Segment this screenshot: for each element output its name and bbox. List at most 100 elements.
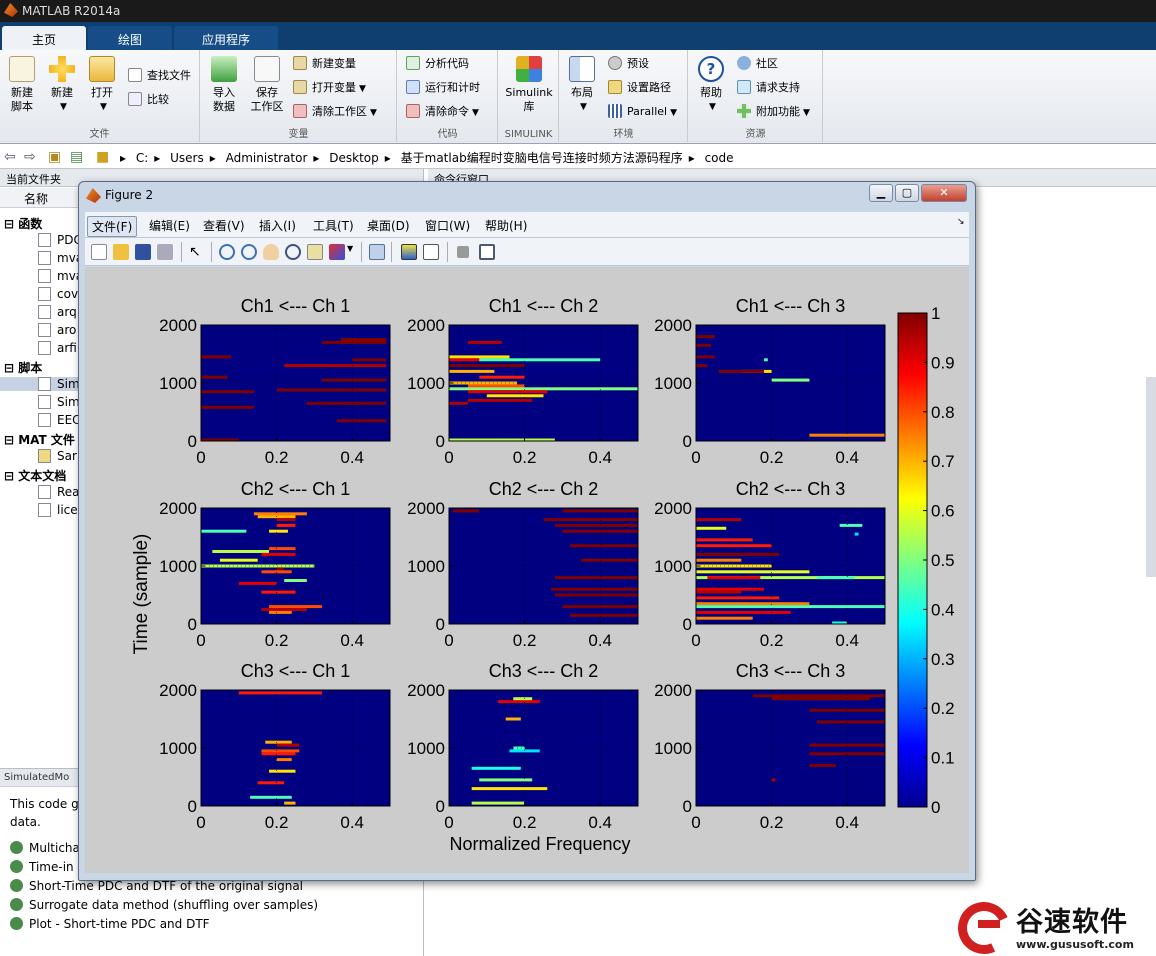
menu-file[interactable]: 文件(F)	[87, 216, 138, 237]
new-variable-button[interactable]: 新建变量	[293, 54, 356, 74]
breadcrumb-item[interactable]: Users	[170, 151, 204, 165]
hide-plot-tools-icon[interactable]	[457, 246, 469, 258]
community-button[interactable]: 社区	[737, 54, 778, 74]
list-item[interactable]: aro	[38, 323, 76, 337]
import-data-button[interactable]: 导入 数据	[207, 56, 241, 114]
breadcrumb-item[interactable]: Administrator	[226, 151, 308, 165]
list-item[interactable]: mva	[38, 269, 83, 283]
compare-button[interactable]: 比较	[128, 90, 169, 110]
list-item[interactable]: arq	[38, 305, 77, 319]
section-link[interactable]: Plot - Short-time PDC and DTF	[10, 917, 210, 931]
legend-icon[interactable]	[423, 244, 439, 260]
colorbar[interactable]	[897, 312, 928, 808]
subplot-2[interactable]: Ch1 <--- Ch 2 0 0.2 0.4 0 1000 2000	[407, 296, 639, 467]
open-button[interactable]: 打开 ▼	[86, 56, 118, 114]
print-icon[interactable]	[157, 244, 173, 260]
up-folder-icon[interactable]: ▣	[48, 149, 61, 165]
list-item[interactable]: Sim	[38, 395, 80, 409]
close-button[interactable]: ✕	[921, 184, 967, 202]
subplot-1[interactable]: Ch1 <--- Ch 1 0 0.2 0.4 0 1000 2000	[159, 296, 391, 467]
list-item[interactable]: Rea	[38, 485, 80, 499]
group-scripts[interactable]: ⊟ 脚本	[4, 359, 42, 376]
menu-edit[interactable]: 编辑(E)	[145, 216, 194, 235]
brush-icon[interactable]	[329, 244, 345, 260]
clear-commands-button[interactable]: 清除命令 ▼	[406, 102, 479, 122]
browse-folder-icon[interactable]: ▤	[70, 149, 83, 165]
open-variable-button[interactable]: 打开变量 ▼	[293, 78, 366, 98]
tab-home[interactable]: 主页	[2, 26, 86, 50]
open-file-icon[interactable]	[113, 244, 129, 260]
breadcrumb-item[interactable]: C:	[136, 151, 148, 165]
list-item[interactable]: cov	[38, 287, 78, 301]
group-mat-files[interactable]: ⊟ MAT 文件	[4, 431, 75, 448]
subplot-8[interactable]: Ch3 <--- Ch 2 0 0.2 0.4 0 1000 2000	[407, 661, 639, 832]
colorbar-icon[interactable]	[401, 244, 417, 260]
subplot-7[interactable]: Ch3 <--- Ch 1 0 0.2 0.4 0 1000 2000	[159, 661, 391, 832]
preferences-button[interactable]: 预设	[608, 54, 649, 74]
link-plot-icon[interactable]	[369, 244, 385, 260]
list-item[interactable]: mva	[38, 251, 83, 265]
group-text-docs[interactable]: ⊟ 文本文档	[4, 467, 66, 484]
maximize-button[interactable]: ▢	[895, 184, 919, 202]
list-item[interactable]: arfi	[38, 341, 77, 355]
list-item-selected[interactable]: Sim	[0, 377, 80, 391]
new-button[interactable]: 新建 ▼	[46, 56, 78, 114]
back-arrow-icon[interactable]: ⇦	[4, 149, 16, 165]
minimize-button[interactable]: ▁	[869, 184, 893, 202]
new-figure-icon[interactable]	[91, 244, 107, 260]
subplot-4[interactable]: Ch2 <--- Ch 1 0 0.2 0.4 0 1000 2000	[159, 479, 391, 650]
list-item[interactable]: PDC	[38, 233, 82, 247]
parallel-button[interactable]: Parallel ▼	[608, 102, 677, 122]
list-item[interactable]: EEC	[38, 413, 81, 427]
spectrogram-plot[interactable]: Ch1 <--- Ch 10 0.2 0.4010002000Ch1 <--- Ch…	[85, 267, 969, 873]
menu-tools[interactable]: 工具(T)	[309, 216, 358, 235]
section-link[interactable]: Surrogate data method (shuffling over sa…	[10, 898, 318, 912]
breadcrumb-item[interactable]: Desktop	[329, 151, 379, 165]
section-link[interactable]: Multicha	[10, 841, 80, 855]
breadcrumb-item[interactable]: 基于matlab编程时变脑电信号连接时频方法源码程序	[401, 151, 683, 165]
data-cursor-icon[interactable]	[307, 244, 323, 260]
simulink-library-button[interactable]: Simulink 库	[503, 56, 555, 114]
help-button[interactable]: ? 帮助 ▼	[695, 56, 727, 114]
column-name-header[interactable]: 名称	[24, 190, 48, 207]
list-item[interactable]: Sar	[38, 449, 77, 463]
run-and-time-button[interactable]: 运行和计时	[406, 78, 480, 98]
figure-canvas[interactable]: Ch1 <--- Ch 1 0 0.2 0.4 0 1000 2000 Ch1 <--- Ch…	[85, 267, 969, 873]
menu-insert[interactable]: 插入(I)	[255, 216, 300, 235]
chevron-down-icon[interactable]: ▼	[347, 244, 355, 260]
save-workspace-button[interactable]: 保存 工作区	[247, 56, 287, 114]
subplot-6[interactable]: Ch2 <--- Ch 3 0 0.2 0.4 0 1000 2000	[654, 479, 886, 650]
dock-arrow-icon[interactable]: ↘	[953, 216, 969, 228]
rotate-3d-icon[interactable]	[285, 244, 301, 260]
forward-arrow-icon[interactable]: ⇨	[24, 149, 36, 165]
layout-button[interactable]: 布局 ▼	[566, 56, 598, 114]
request-support-button[interactable]: 请求支持	[737, 78, 800, 98]
zoom-out-icon[interactable]	[241, 244, 257, 260]
section-link[interactable]: Time-in	[10, 860, 74, 874]
tab-apps[interactable]: 应用程序	[174, 26, 278, 50]
save-icon[interactable]	[135, 244, 151, 260]
breadcrumb-item[interactable]: code	[705, 151, 734, 165]
new-script-button[interactable]: 新建 脚本	[6, 56, 38, 114]
pan-hand-icon[interactable]	[263, 244, 279, 260]
clear-workspace-button[interactable]: 清除工作区 ▼	[293, 102, 377, 122]
add-ons-button[interactable]: 附加功能 ▼	[737, 102, 810, 122]
list-item[interactable]: lice	[38, 503, 78, 517]
group-functions[interactable]: ⊟ 函数	[4, 215, 42, 232]
tab-plots[interactable]: 绘图	[88, 26, 172, 50]
set-path-button[interactable]: 设置路径	[608, 78, 671, 98]
show-plot-tools-icon[interactable]	[479, 244, 495, 260]
section-link[interactable]: Short-Time PDC and DTF of the original s…	[10, 879, 303, 893]
menu-desktop[interactable]: 桌面(D)	[363, 216, 414, 235]
subplot-5[interactable]: Ch2 <--- Ch 2 0 0.2 0.4 0 1000 2000	[407, 479, 639, 650]
scrollbar[interactable]	[1146, 377, 1156, 577]
menu-window[interactable]: 窗口(W)	[421, 216, 474, 235]
subplot-3[interactable]: Ch1 <--- Ch 3 0 0.2 0.4 0 1000 2000	[654, 296, 886, 467]
find-files-button[interactable]: 查找文件	[128, 66, 191, 86]
subplot-9[interactable]: Ch3 <--- Ch 3 0 0.2 0.4 0 1000 2000	[654, 661, 886, 832]
analyze-code-button[interactable]: 分析代码	[406, 54, 469, 74]
zoom-in-icon[interactable]	[219, 244, 235, 260]
menu-view[interactable]: 查看(V)	[199, 216, 249, 235]
menu-help[interactable]: 帮助(H)	[481, 216, 531, 235]
pointer-icon[interactable]: ↖	[189, 244, 205, 260]
